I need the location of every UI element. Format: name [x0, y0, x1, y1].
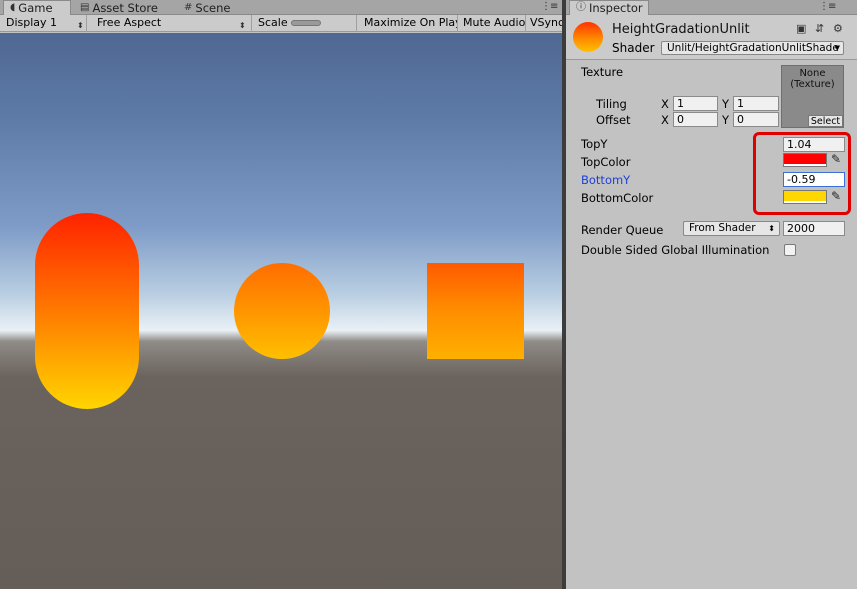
- double-sided-gi-label: Double Sided Global Illumination: [581, 243, 770, 257]
- preset-icon[interactable]: ⇵: [815, 22, 824, 35]
- panel-menu-icon[interactable]: ⋮≡: [541, 1, 558, 12]
- tab-game[interactable]: ◖ Game: [3, 0, 71, 15]
- tab-inspector-label: Inspector: [589, 1, 643, 15]
- tiling-x-field[interactable]: 1: [673, 96, 718, 111]
- inspector-menu-icon[interactable]: ⋮≡: [819, 1, 836, 12]
- maximize-on-play-label: Maximize On Play: [364, 16, 458, 29]
- sphere-object: [234, 263, 330, 359]
- top-y-label: TopY: [581, 137, 608, 151]
- game-tabbar: ◖ Game ▤ Asset Store # Scene ⋮≡: [0, 0, 562, 15]
- mute-audio-label: Mute Audio: [463, 16, 526, 29]
- tab-scene[interactable]: # Scene: [184, 0, 230, 15]
- cube-object: [427, 263, 524, 359]
- texture-preview-text: None (Texture): [790, 68, 835, 90]
- render-queue-dropdown[interactable]: From Shader ⬍: [683, 221, 780, 236]
- shader-dropdown-value: Unlit/HeightGradationUnlitShade: [667, 42, 839, 54]
- offset-x-field[interactable]: 0: [673, 112, 718, 127]
- offset-label: Offset: [596, 113, 631, 127]
- gamepad-icon: ◖: [10, 2, 16, 13]
- texture-select-button[interactable]: Select: [808, 115, 843, 127]
- game-viewport[interactable]: [0, 33, 562, 589]
- annotation-highlight-box: [753, 132, 851, 215]
- tab-asset-store[interactable]: ▤ Asset Store: [80, 0, 158, 15]
- mute-audio-toggle[interactable]: Mute Audio: [457, 15, 526, 32]
- shader-label: Shader: [612, 41, 655, 55]
- render-queue-field[interactable]: 2000: [783, 221, 845, 236]
- aspect-dropdown-label: Free Aspect: [97, 16, 162, 29]
- display-dropdown-label: Display 1: [6, 16, 58, 29]
- inspector-tabbar: ⓘ Inspector ⋮≡: [566, 0, 857, 15]
- tab-inspector[interactable]: ⓘ Inspector: [569, 0, 649, 15]
- maximize-on-play-toggle[interactable]: Maximize On Play: [358, 15, 458, 32]
- chevron-updown-icon: ⬍: [239, 21, 246, 30]
- offset-y-label: Y: [722, 113, 730, 127]
- tiling-x-label: X: [661, 97, 669, 111]
- display-dropdown[interactable]: Display 1 ⬍: [0, 15, 87, 32]
- tiling-y-label: Y: [722, 97, 730, 111]
- material-header: HeightGradationUnlit ▣ ⇵ ⚙ Shader Unlit/…: [566, 15, 857, 60]
- offset-y-field[interactable]: 0: [733, 112, 779, 127]
- bottom-y-label: BottomY: [581, 173, 631, 187]
- aspect-dropdown[interactable]: Free Aspect ⬍: [91, 15, 252, 32]
- tab-scene-label: Scene: [195, 0, 231, 15]
- texture-label: Texture: [581, 65, 624, 79]
- render-queue-mode: From Shader: [689, 222, 756, 234]
- texture-slot[interactable]: None (Texture) Select: [781, 65, 844, 128]
- render-queue-label: Render Queue: [581, 223, 664, 237]
- info-icon: ⓘ: [576, 2, 586, 13]
- scale-slider[interactable]: [291, 20, 321, 26]
- shader-dropdown[interactable]: Unlit/HeightGradationUnlitShade ▼: [661, 41, 844, 55]
- game-toolbar: Display 1 ⬍ Free Aspect ⬍ Scale 1x Maxim…: [0, 15, 562, 45]
- offset-x-label: X: [661, 113, 669, 127]
- chevron-updown-icon: ⬍: [77, 21, 84, 30]
- vsync-toggle[interactable]: VSync: [524, 15, 562, 32]
- bottom-color-label: BottomColor: [581, 191, 654, 205]
- tiling-y-field[interactable]: 1: [733, 96, 779, 111]
- inspector-panel: ⓘ Inspector ⋮≡ HeightGradationUnlit ▣ ⇵ …: [566, 0, 857, 589]
- store-icon: ▤: [80, 1, 90, 13]
- vsync-label: VSync: [530, 16, 562, 29]
- tab-game-label: Game: [18, 1, 53, 15]
- material-preview-icon: [573, 22, 603, 52]
- material-name: HeightGradationUnlit: [612, 22, 750, 37]
- book-icon[interactable]: ▣: [796, 22, 806, 35]
- tiling-label: Tiling: [596, 97, 627, 111]
- top-color-label: TopColor: [581, 155, 631, 169]
- dropdown-arrow-icon: ▼: [834, 44, 840, 52]
- game-panel: ◖ Game ▤ Asset Store # Scene ⋮≡ Display …: [0, 0, 562, 589]
- capsule-object: [35, 213, 139, 409]
- tab-asset-store-label: Asset Store: [92, 0, 158, 15]
- scale-label: Scale: [258, 16, 288, 29]
- gear-icon[interactable]: ⚙: [833, 22, 843, 35]
- chevron-updown-icon: ⬍: [768, 224, 775, 233]
- grid-icon: #: [184, 1, 193, 13]
- double-sided-gi-checkbox[interactable]: [784, 244, 796, 256]
